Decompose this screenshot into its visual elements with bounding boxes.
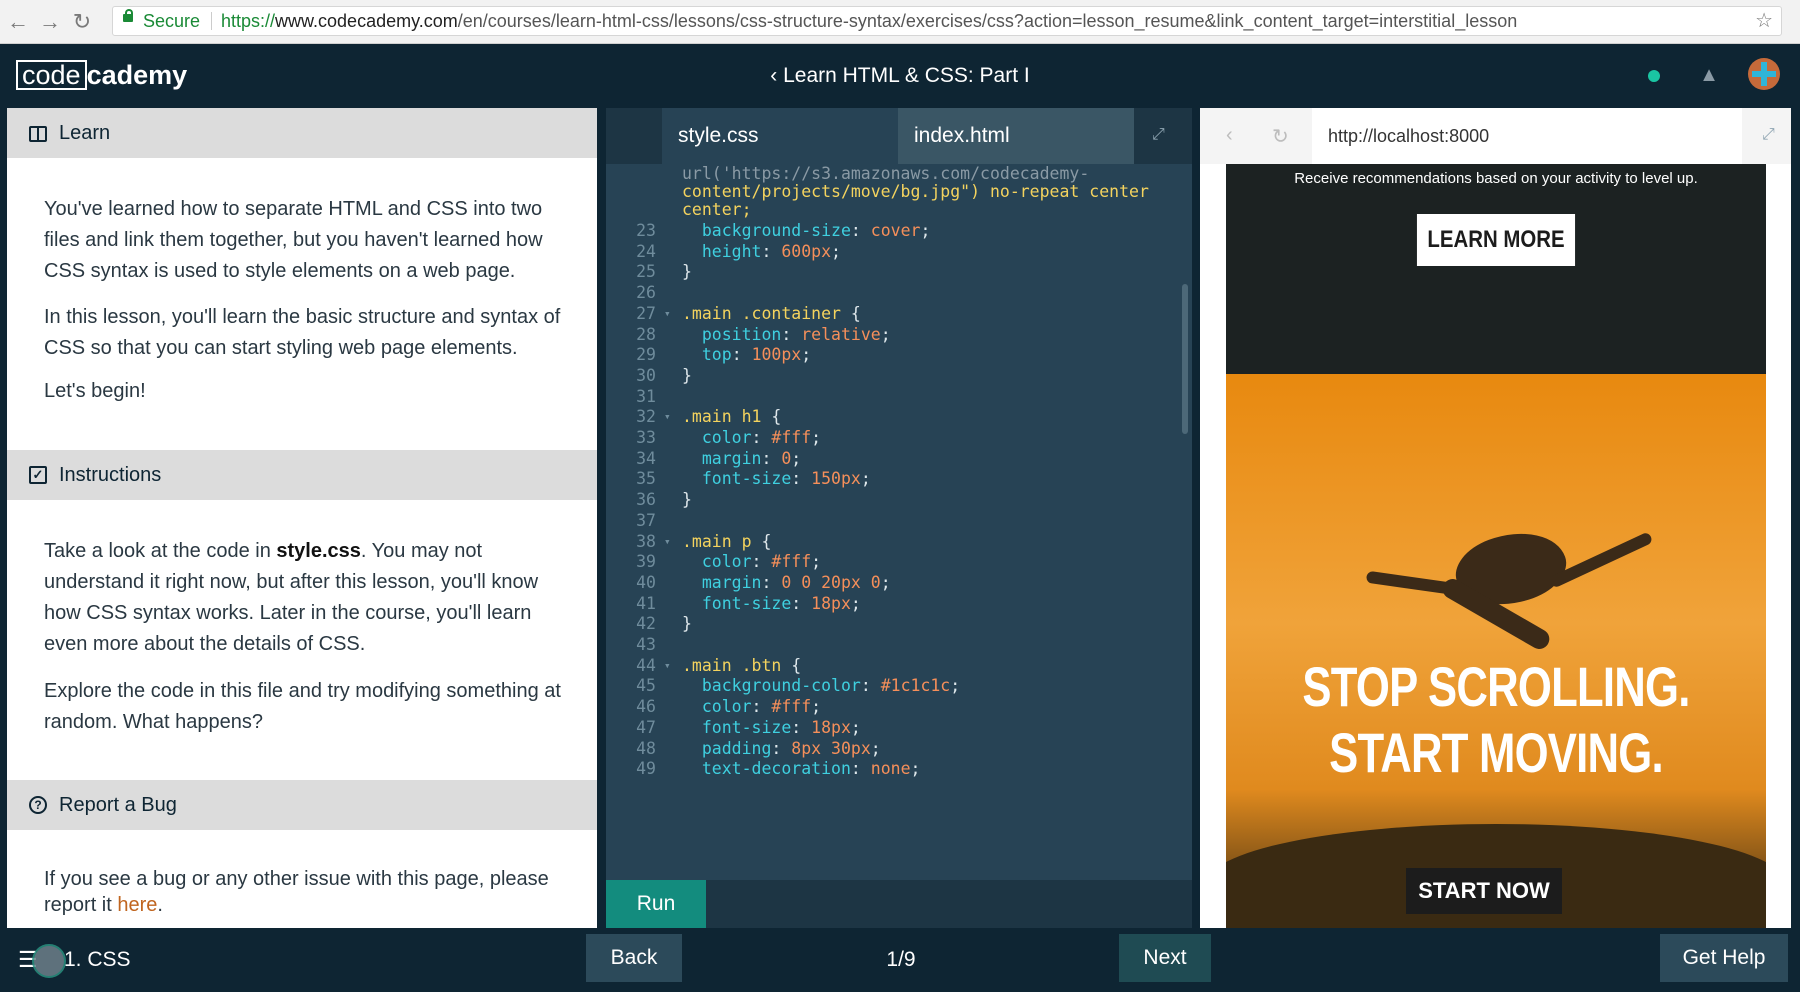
report-header-label: Report a Bug <box>59 794 177 816</box>
learn-paragraph-1: You've learned how to separate HTML and … <box>44 198 543 282</box>
browser-reload-icon[interactable]: ↻ <box>68 8 96 36</box>
lock-icon <box>123 9 133 22</box>
notification-bell-icon[interactable]: ▲ <box>1696 62 1722 88</box>
browser-toolbar: ← → ↻ Secure https://www.codecademy.com/… <box>0 0 1800 44</box>
lesson-panel: Learn You've learned how to separate HTM… <box>7 108 597 928</box>
fold-arrow-icon[interactable]: ▾ <box>664 302 671 326</box>
preview-reload-icon[interactable]: ↻ <box>1272 124 1289 149</box>
address-separator <box>211 12 212 30</box>
learn-section-header[interactable]: Learn <box>7 108 597 158</box>
course-title[interactable]: ‹ Learn HTML & CSS: Part I <box>0 64 1800 88</box>
learn-more-button[interactable]: LEARN MORE <box>1416 214 1576 266</box>
checkbox-icon: ✓ <box>29 466 47 484</box>
instructions-section-header[interactable]: ✓ Instructions <box>7 450 597 500</box>
browser-forward-icon[interactable]: → <box>36 8 64 36</box>
learn-header-label: Learn <box>59 122 111 144</box>
next-button[interactable]: Next <box>1119 934 1211 982</box>
editor-tabs: style.css index.html ⤢ <box>606 108 1192 164</box>
expand-editor-icon[interactable]: ⤢ <box>1152 126 1165 144</box>
question-icon: ? <box>29 796 47 814</box>
tab-style-css[interactable]: style.css <box>662 108 898 164</box>
status-dot-icon <box>1648 70 1660 82</box>
tab-index-html[interactable]: index.html <box>898 108 1134 164</box>
address-url: https://www.codecademy.com/en/courses/le… <box>221 11 1518 31</box>
editor-scrollbar[interactable] <box>1182 284 1188 434</box>
report-paragraph: If you see a bug or any other issue with… <box>44 868 549 916</box>
instructions-paragraph-2: Explore the code in this file and try mo… <box>44 680 561 733</box>
start-now-button[interactable]: START NOW <box>1406 868 1562 914</box>
browser-back-icon[interactable]: ← <box>4 8 32 36</box>
bottom-navigation: ☰ 1. CSS Back 1/9 Next Get Help <box>0 928 1800 992</box>
code-area[interactable]: url('https://s3.amazonaws.com/codecademy… <box>606 164 1192 874</box>
fold-arrow-icon[interactable]: ▾ <box>664 530 671 554</box>
hero-headline: STOP SCROLLING. START MOVING. <box>1302 655 1690 784</box>
learn-paragraph-2: In this lesson, you'll learn the basic s… <box>44 306 561 359</box>
avatar[interactable] <box>1748 58 1780 90</box>
get-help-button[interactable]: Get Help <box>1660 934 1788 982</box>
book-icon <box>29 126 47 142</box>
code-editor: style.css index.html ⤢ url('https://s3.a… <box>606 108 1192 928</box>
fold-arrow-icon[interactable]: ▾ <box>664 654 671 678</box>
learn-paragraph-3: Let's begin! <box>44 380 146 402</box>
report-here-link[interactable]: here <box>117 894 157 916</box>
bookmark-star-icon[interactable]: ☆ <box>1755 7 1773 35</box>
preview-toolbar: ‹ ↻ http://localhost:8000 ⤢ <box>1200 108 1791 164</box>
hero-image: STOP SCROLLING. START MOVING. START NOW <box>1226 374 1766 928</box>
instructions-paragraph-1: Take a look at the code in style.css. Yo… <box>44 540 539 655</box>
report-bug-section-header[interactable]: ? Report a Bug <box>7 780 597 830</box>
fold-arrow-icon[interactable]: ▾ <box>664 405 671 429</box>
lesson-progress: 1/9 <box>886 948 916 971</box>
run-button[interactable]: Run <box>606 880 706 928</box>
app-header: code cademy ‹ Learn HTML & CSS: Part I ▲ <box>0 44 1800 108</box>
lesson-label[interactable]: 1. CSS <box>64 948 131 972</box>
address-bar[interactable]: Secure https://www.codecademy.com/en/cou… <box>112 6 1782 36</box>
preview-url[interactable]: http://localhost:8000 <box>1312 108 1742 164</box>
editor-footer: Run <box>606 880 1192 928</box>
back-button[interactable]: Back <box>586 934 682 982</box>
line-number: 49 <box>636 759 656 779</box>
preview-back-icon[interactable]: ‹ <box>1226 124 1233 147</box>
instructions-header-label: Instructions <box>59 464 162 486</box>
secure-label: Secure <box>143 11 201 31</box>
preview-site: Receive recommendations based on your ac… <box>1226 164 1766 928</box>
cursor-highlight <box>32 944 66 978</box>
browser-preview: ‹ ↻ http://localhost:8000 ⤢ Receive reco… <box>1200 108 1791 928</box>
jumping-person-image <box>1365 517 1654 653</box>
expand-preview-icon[interactable]: ⤢ <box>1762 126 1775 144</box>
site-recommendation-text: Receive recommendations based on your ac… <box>1294 170 1698 187</box>
